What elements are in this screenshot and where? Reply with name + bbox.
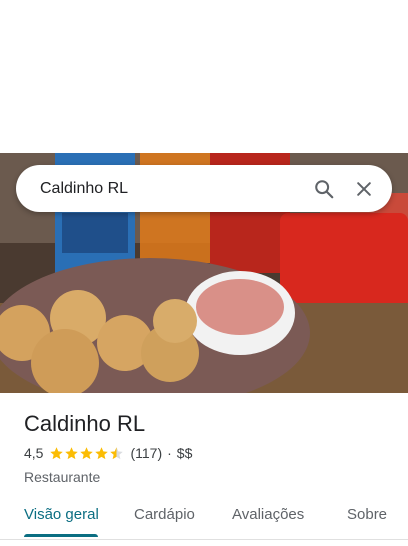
rating-stars	[49, 446, 124, 461]
active-tab-indicator	[24, 534, 98, 537]
star-icon	[95, 446, 109, 459]
tab-bar: Visão geral Cardápio Avaliações Sobre	[0, 496, 408, 540]
separator-dot: ·	[167, 445, 172, 461]
star-icon	[65, 446, 79, 459]
search-button[interactable]	[304, 169, 344, 209]
tab-divider	[0, 539, 408, 540]
tab-about[interactable]: Sobre	[347, 506, 387, 523]
search-bar[interactable]: Caldinho RL	[16, 165, 392, 212]
close-icon	[357, 181, 371, 196]
rating-row[interactable]: 4,5 (117) · $$	[24, 445, 392, 461]
place-info: Caldinho RL 4,5 (117) · $$ Restaurante	[24, 411, 392, 485]
search-input[interactable]: Caldinho RL	[40, 180, 304, 198]
place-title: Caldinho RL	[24, 411, 146, 436]
tab-overview[interactable]: Visão geral	[24, 506, 99, 523]
review-count[interactable]: (117)	[130, 445, 162, 461]
tab-menu[interactable]: Cardápio	[134, 506, 195, 523]
rating-value: 4,5	[24, 445, 44, 461]
tab-reviews[interactable]: Avaliações	[232, 506, 304, 523]
place-category[interactable]: Restaurante	[24, 469, 392, 485]
search-icon	[315, 179, 334, 198]
close-button[interactable]	[344, 169, 384, 209]
star-icon	[80, 446, 94, 459]
star-icon	[110, 446, 124, 459]
price-level: $$	[176, 445, 193, 461]
star-icon	[50, 446, 64, 459]
